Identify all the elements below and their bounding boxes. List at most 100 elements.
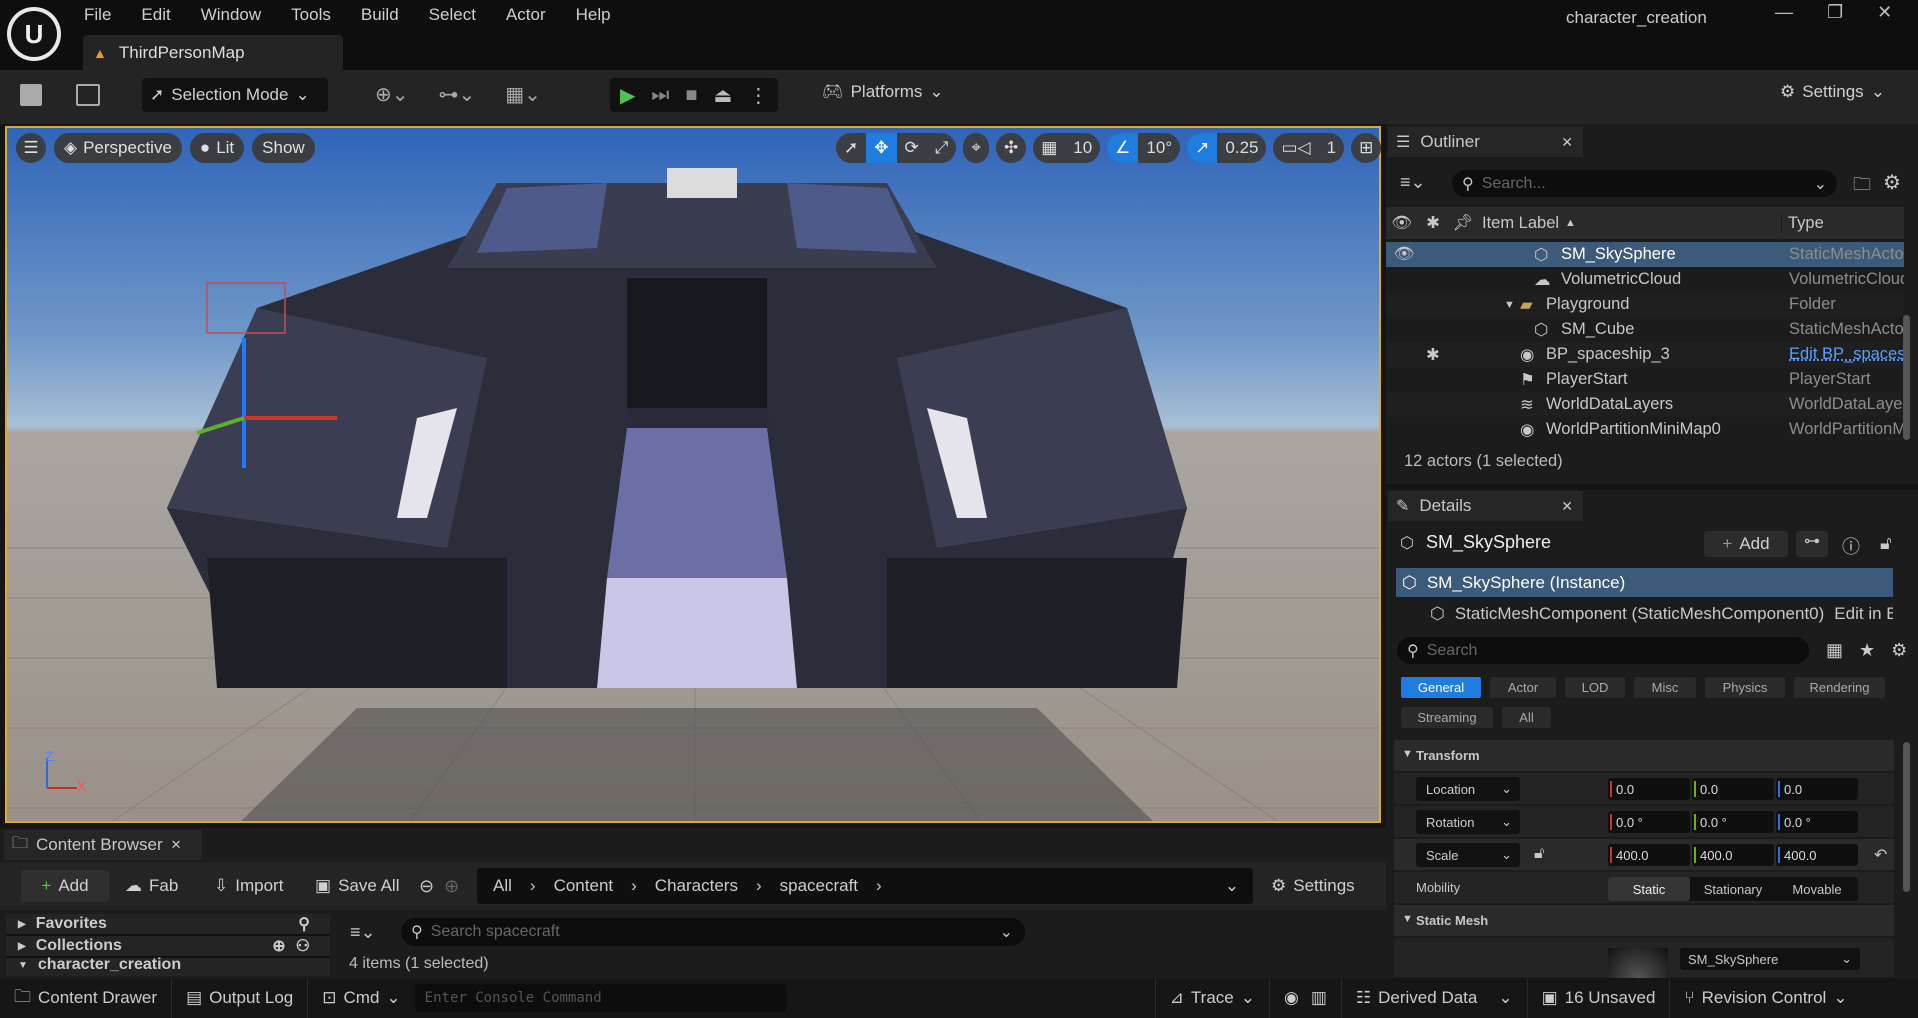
details-search[interactable]: ⚲ Search [1397, 637, 1809, 664]
save-all-button[interactable]: ▣ Save All [315, 876, 400, 896]
camera-speed[interactable]: ▭◁ 1 [1273, 133, 1345, 163]
list-item[interactable]: ✱ ◉ BP_spaceship_3 Edit BP_spaceship_3 [1386, 342, 1904, 367]
settings-button[interactable]: ⚙ Settings ⌄ [1780, 82, 1885, 102]
user-icon[interactable]: ⚇ [296, 936, 310, 956]
menu-help[interactable]: Help [576, 5, 611, 25]
type-column[interactable]: Type [1781, 213, 1824, 233]
scale-x-input[interactable]: 400.0 [1608, 844, 1690, 866]
filter-streaming[interactable]: Streaming [1400, 706, 1494, 729]
perspective-button[interactable]: ◈ Perspective [54, 133, 182, 163]
close-tab-icon[interactable]: ✕ [1561, 498, 1573, 515]
filter-icon[interactable]: ≡⌄ [1400, 172, 1426, 193]
mobility-static[interactable]: Static [1608, 877, 1690, 901]
gear-icon[interactable]: ⚙ [1891, 640, 1907, 661]
menu-edit[interactable]: Edit [141, 5, 170, 25]
close-tab-icon[interactable]: ✕ [1561, 134, 1573, 151]
level-viewport[interactable]: Z X [5, 126, 1381, 823]
layout-button[interactable]: ⊞ [1351, 133, 1382, 163]
step-icon[interactable]: ⏭ [651, 84, 669, 107]
mobility-stationary[interactable]: Stationary [1690, 882, 1776, 897]
cinematics-icon[interactable]: ▦⌄ [505, 82, 541, 107]
more-options-icon[interactable]: ⋮ [748, 83, 768, 108]
favorite-star-icon[interactable]: ★ [1859, 640, 1875, 661]
filter-icon[interactable]: ≡⌄ [350, 922, 376, 943]
select-tool-icon[interactable]: ➚ [836, 133, 866, 163]
filter-actor[interactable]: Actor [1489, 676, 1557, 699]
add-component-button[interactable]: + Add [1704, 531, 1788, 557]
help-icon[interactable]: ⓘ [1842, 533, 1860, 559]
collapse-arrow-icon[interactable]: ▼ [1504, 299, 1515, 311]
list-item[interactable]: ▼ ▰ Playground Folder [1386, 292, 1904, 317]
viewport-menu-button[interactable]: ☰ [16, 133, 46, 163]
menu-actor[interactable]: Actor [506, 5, 546, 25]
project-folder[interactable]: character_creation [38, 956, 181, 974]
list-item[interactable]: ⬡ SM_Cube StaticMeshActor [1386, 317, 1904, 342]
asset-search[interactable]: ⚲ Search spacecraft ⌄ [401, 918, 1025, 946]
play-icon[interactable]: ▶ [620, 83, 635, 108]
menu-window[interactable]: Window [201, 5, 261, 25]
scale-dropdown[interactable]: Scale ⌄ [1416, 843, 1520, 867]
list-item[interactable]: 👁︎ ⬡ SM_SkySphere StaticMeshActor [1386, 242, 1904, 267]
component-row[interactable]: ⬡ StaticMeshComponent (StaticMeshComponen… [1430, 600, 1893, 628]
unsaved-button[interactable]: ▣ 16 Unsaved [1528, 978, 1671, 1018]
reset-icon[interactable]: ↶ [1874, 845, 1887, 865]
location-y-input[interactable]: 0.0 [1692, 778, 1774, 800]
show-button[interactable]: Show [252, 133, 315, 163]
lock-icon[interactable]: 🔓︎ [1880, 533, 1892, 554]
insights-icon[interactable]: ▥ [1311, 988, 1327, 1008]
derived-data-button[interactable]: ☷ Derived Data ⌄ [1342, 978, 1528, 1018]
location-dropdown[interactable]: Location ⌄ [1416, 777, 1520, 801]
cmd-button[interactable]: ⊡ Cmd ⌄ [308, 978, 414, 1018]
browse-icon[interactable] [76, 84, 100, 106]
edit-blueprint-link[interactable]: Edit BP_spaceship_3 [1789, 345, 1904, 364]
chevron-right-icon[interactable]: › [756, 876, 762, 896]
eject-icon[interactable]: ⏏ [713, 83, 732, 108]
static-mesh-section-header[interactable]: ▼ Static Mesh [1394, 905, 1894, 937]
menu-build[interactable]: Build [361, 5, 399, 25]
list-item[interactable]: ☁ VolumetricCloud VolumetricCloud [1386, 267, 1904, 292]
lock-ratio-icon[interactable]: 🔓︎ [1534, 845, 1544, 863]
minimize-button[interactable]: — [1775, 2, 1793, 23]
mobility-movable[interactable]: Movable [1776, 882, 1858, 897]
list-item[interactable]: ◉ WorldPartitionMiniMap0 WorldPartitionMin… [1386, 417, 1904, 442]
details-scrollbar[interactable] [1903, 742, 1910, 892]
surface-snap-button[interactable]: ✣ [995, 133, 1027, 163]
rotation-x-input[interactable]: 0.0 ° [1608, 811, 1690, 833]
move-tool-icon[interactable]: ✥ [866, 133, 897, 163]
breadcrumb-characters[interactable]: Characters [655, 876, 738, 896]
scale-z-input[interactable]: 400.0 [1776, 844, 1858, 866]
expand-arrow-icon[interactable]: ▶ [18, 941, 26, 952]
lit-button[interactable]: ● Lit [189, 133, 245, 163]
fab-button[interactable]: ☁ Fab [125, 876, 178, 896]
search-icon[interactable]: ⚲ [298, 914, 310, 934]
content-browser-tab[interactable]: 🗀 Content Browser ✕ [4, 830, 202, 860]
import-button[interactable]: ⇩ Import [214, 876, 283, 896]
menu-file[interactable]: File [84, 5, 111, 25]
close-tab-icon[interactable]: ✕ [171, 837, 182, 853]
add-folder-icon[interactable]: 🗀 [1853, 172, 1871, 202]
add-actor-icon[interactable]: ⊕⌄ [375, 82, 409, 107]
table-view-icon[interactable]: ▦ [1826, 640, 1843, 661]
rotate-tool-icon[interactable]: ⟳ [897, 133, 927, 163]
map-tab[interactable]: ▲ ThirdPersonMap [83, 35, 343, 70]
details-tab[interactable]: ✎ Details ✕ [1388, 491, 1583, 521]
location-x-input[interactable]: 0.0 [1608, 778, 1690, 800]
maximize-button[interactable]: ❐ [1827, 2, 1843, 23]
console-input[interactable]: Enter Console Command [414, 984, 787, 1012]
scale-snap[interactable]: ↗ 0.25 [1187, 133, 1267, 163]
filter-rendering[interactable]: Rendering [1793, 676, 1886, 699]
back-icon[interactable]: ⊖ [419, 876, 434, 897]
add-collection-icon[interactable]: ⊕ [272, 936, 285, 956]
chevron-down-icon[interactable]: ⌄ [1225, 876, 1239, 896]
hierarchy-icon[interactable]: ⊶ [1796, 531, 1828, 557]
location-z-input[interactable]: 0.0 [1776, 778, 1858, 800]
rotation-z-input[interactable]: 0.0 ° [1776, 811, 1858, 833]
filter-general[interactable]: General [1400, 676, 1482, 699]
filter-misc[interactable]: Misc [1633, 676, 1697, 699]
transform-section-header[interactable]: ▼ Transform [1394, 740, 1894, 772]
collections-section[interactable]: Collections [36, 937, 122, 955]
mesh-thumbnail[interactable] [1608, 948, 1668, 978]
gear-icon[interactable]: ⚙ [1883, 170, 1901, 195]
grid-snap[interactable]: ▦ 10 [1033, 133, 1101, 163]
outliner-search[interactable]: ⚲ Search... ⌄ [1452, 170, 1837, 197]
